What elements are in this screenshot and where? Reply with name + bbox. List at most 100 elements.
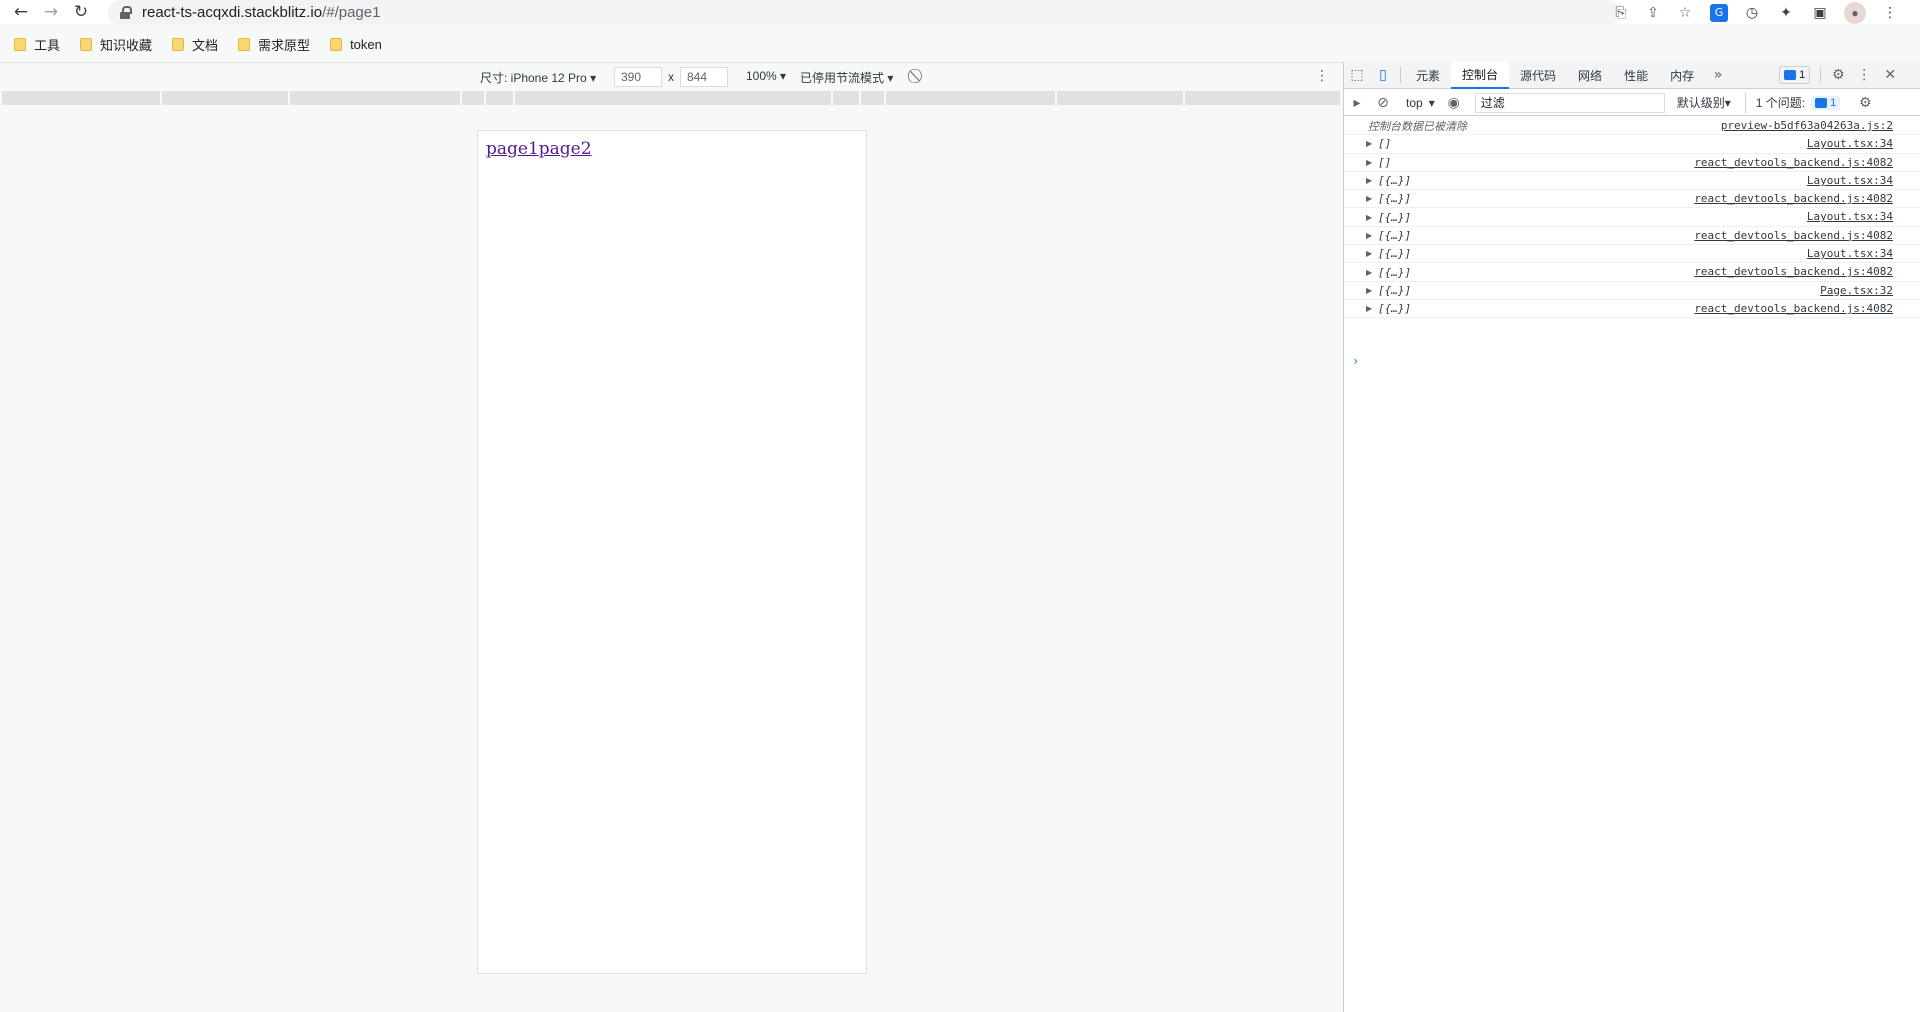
zoom-select[interactable]: 100% ▾ [746, 69, 786, 83]
expand-triangle-icon[interactable]: ▶ [1366, 286, 1376, 295]
bookmarks-bar: 工具 知识收藏 文档 需求原型 token [0, 31, 1920, 57]
log-source-link[interactable]: react_devtools_backend.js:4082 [1694, 229, 1893, 242]
separator [1820, 67, 1822, 83]
bookmark-star-icon[interactable]: ☆ [1676, 4, 1694, 22]
tab-sources[interactable]: 源代码 [1509, 62, 1567, 89]
height-input[interactable]: 844 [680, 67, 728, 87]
console-log-row[interactable]: ▶ [{…}] Layout.tsx:34 [1344, 172, 1920, 191]
browser-toolbar: ← → ↻ react-ts-acqxdi.stackblitz.io/#/pa… [0, 0, 1920, 25]
log-level-select[interactable]: 默认级别 ▾ [1671, 93, 1737, 113]
page2-link[interactable]: page2 [539, 139, 592, 159]
console-prompt[interactable]: › [1352, 354, 1359, 368]
sidebar-toggle-icon[interactable]: ▸ [1344, 89, 1370, 116]
tab-console[interactable]: 控制台 [1451, 61, 1510, 89]
profile-avatar[interactable]: ● [1844, 1, 1866, 24]
issues-button[interactable]: 1 个问题: 1 [1744, 92, 1846, 113]
bookmark-folder[interactable]: 知识收藏 [80, 35, 152, 54]
tab-memory[interactable]: 内存 [1659, 62, 1705, 89]
folder-icon [80, 37, 93, 51]
message-icon [1784, 70, 1797, 80]
console-log-row[interactable]: ▶ [{…}] react_devtools_backend.js:4082 [1344, 227, 1920, 246]
tab-network[interactable]: 网络 [1567, 62, 1613, 89]
expand-triangle-icon[interactable]: ▶ [1366, 194, 1376, 203]
translate-icon[interactable]: ⎘ [1612, 4, 1630, 22]
log-source-link[interactable]: Layout.tsx:34 [1807, 210, 1893, 223]
expand-triangle-icon[interactable]: ▶ [1366, 304, 1376, 313]
page1-link[interactable]: page1 [486, 139, 539, 159]
log-source-link[interactable]: Layout.tsx:34 [1807, 174, 1893, 187]
bookmark-folder[interactable]: token [330, 37, 382, 52]
extension-clock-icon[interactable]: ◷ [1742, 3, 1762, 23]
console-log-row[interactable]: ▶[] Layout.tsx:34 [1344, 135, 1920, 154]
back-icon[interactable]: ← [6, 0, 36, 24]
console-cleared-row: 控制台数据已被清除 preview-b5df63a04263a.js:2 [1344, 117, 1920, 136]
log-source-link[interactable]: react_devtools_backend.js:4082 [1694, 156, 1893, 169]
expand-triangle-icon[interactable]: ▶ [1366, 231, 1376, 240]
devtools-tab-bar: ⬚ ▯ 元素 控制台 源代码 网络 性能 内存 » 1 ⚙ ⋮ ✕ [1344, 61, 1920, 89]
clear-console-icon[interactable]: ⊘ [1370, 89, 1396, 116]
share-icon[interactable]: ⇪ [1644, 4, 1662, 22]
device-toolbar: 尺寸: iPhone 12 Pro ▾ 390 x 844 100% ▾ 已停用… [0, 63, 1343, 90]
devtools-menu-icon[interactable]: ⋮ [1851, 62, 1877, 89]
expand-triangle-icon[interactable]: ▶ [1366, 176, 1376, 185]
device-toggle-icon[interactable]: ▯ [1370, 62, 1396, 89]
log-source-link[interactable]: Layout.tsx:34 [1807, 247, 1893, 260]
log-source-link[interactable]: react_devtools_backend.js:4082 [1694, 302, 1893, 315]
expand-triangle-icon[interactable]: ▶ [1366, 249, 1376, 258]
side-panel-icon[interactable]: ▣ [1810, 3, 1830, 23]
device-more-icon[interactable]: ⋮ [1315, 67, 1329, 84]
console-settings-gear-icon[interactable]: ⚙ [1852, 89, 1878, 116]
address-bar[interactable]: react-ts-acqxdi.stackblitz.io/#/page1 [108, 0, 1620, 25]
devtools-panel: ⬚ ▯ 元素 控制台 源代码 网络 性能 内存 » 1 ⚙ ⋮ ✕ ▸ ⊘ to… [1343, 61, 1920, 1012]
log-source-link[interactable]: Layout.tsx:34 [1807, 137, 1893, 150]
separator [1400, 67, 1401, 83]
console-log-row[interactable]: ▶ [{…}] Layout.tsx:34 [1344, 245, 1920, 264]
log-source-link[interactable]: react_devtools_backend.js:4082 [1694, 265, 1893, 278]
issues-badge[interactable]: 1 [1779, 66, 1811, 84]
message-icon [1815, 97, 1828, 108]
more-tabs-icon[interactable]: » [1705, 62, 1731, 89]
tab-performance[interactable]: 性能 [1613, 62, 1659, 89]
lock-icon[interactable] [120, 5, 132, 20]
inspect-element-icon[interactable]: ⬚ [1344, 62, 1370, 89]
log-source-link[interactable]: preview-b5df63a04263a.js:2 [1721, 119, 1893, 132]
expand-triangle-icon[interactable]: ▶ [1366, 213, 1376, 222]
translate-extension-icon[interactable]: G [1710, 3, 1728, 22]
folder-icon [238, 37, 251, 51]
emulated-device-screen: page1page2 [477, 130, 867, 974]
bookmark-folder[interactable]: 需求原型 [238, 35, 310, 54]
log-source-link[interactable]: Page.tsx:32 [1820, 284, 1893, 297]
width-input[interactable]: 390 [614, 67, 662, 87]
device-select[interactable]: 尺寸: iPhone 12 Pro ▾ [480, 69, 596, 86]
expand-triangle-icon[interactable]: ▶ [1366, 139, 1376, 148]
console-log-row[interactable]: ▶ [{…}] Layout.tsx:34 [1344, 208, 1920, 227]
context-select[interactable]: top ▾ [1400, 93, 1441, 113]
console-log-row[interactable]: ▶ [{…}] react_devtools_backend.js:4082 [1344, 263, 1920, 282]
console-log-row[interactable]: ▶ [{…}] react_devtools_backend.js:4082 [1344, 300, 1920, 319]
folder-icon [330, 37, 343, 51]
console-toolbar: ▸ ⊘ top ▾ ◉ 过滤 默认级别 ▾ 1 个问题: 1 ⚙ [1344, 90, 1920, 116]
bookmark-folder[interactable]: 文档 [172, 35, 218, 54]
console-log-row[interactable]: ▶ [{…}] react_devtools_backend.js:4082 [1344, 190, 1920, 209]
page-nav-links: page1page2 [486, 139, 592, 159]
expand-triangle-icon[interactable]: ▶ [1366, 158, 1376, 167]
live-expression-eye-icon[interactable]: ◉ [1441, 89, 1467, 116]
close-icon[interactable]: ✕ [1877, 62, 1903, 89]
folder-icon [14, 37, 26, 51]
reload-icon[interactable]: ↻ [66, 0, 96, 24]
tab-elements[interactable]: 元素 [1405, 62, 1451, 89]
device-emulation-area: 尺寸: iPhone 12 Pro ▾ 390 x 844 100% ▾ 已停用… [0, 62, 1343, 1012]
settings-gear-icon[interactable]: ⚙ [1825, 62, 1851, 89]
console-log-row[interactable]: ▶ [{…}] Page.tsx:32 [1344, 282, 1920, 300]
console-log-row[interactable]: ▶[] react_devtools_backend.js:4082 [1344, 154, 1920, 172]
bookmark-folder[interactable]: 工具 [14, 35, 60, 54]
throttle-select[interactable]: 已停用节流模式 ▾ [800, 69, 893, 86]
log-source-link[interactable]: react_devtools_backend.js:4082 [1694, 192, 1893, 205]
browser-menu-icon[interactable]: ⋮ [1880, 3, 1900, 23]
console-log-list: 控制台数据已被清除 preview-b5df63a04263a.js:2 ▶[]… [1344, 117, 1920, 368]
forward-icon[interactable]: → [36, 0, 66, 24]
console-filter-input[interactable]: 过滤 [1474, 92, 1665, 113]
extensions-puzzle-icon[interactable]: ✦ [1776, 3, 1796, 23]
folder-icon [172, 37, 185, 51]
expand-triangle-icon[interactable]: ▶ [1366, 268, 1376, 277]
